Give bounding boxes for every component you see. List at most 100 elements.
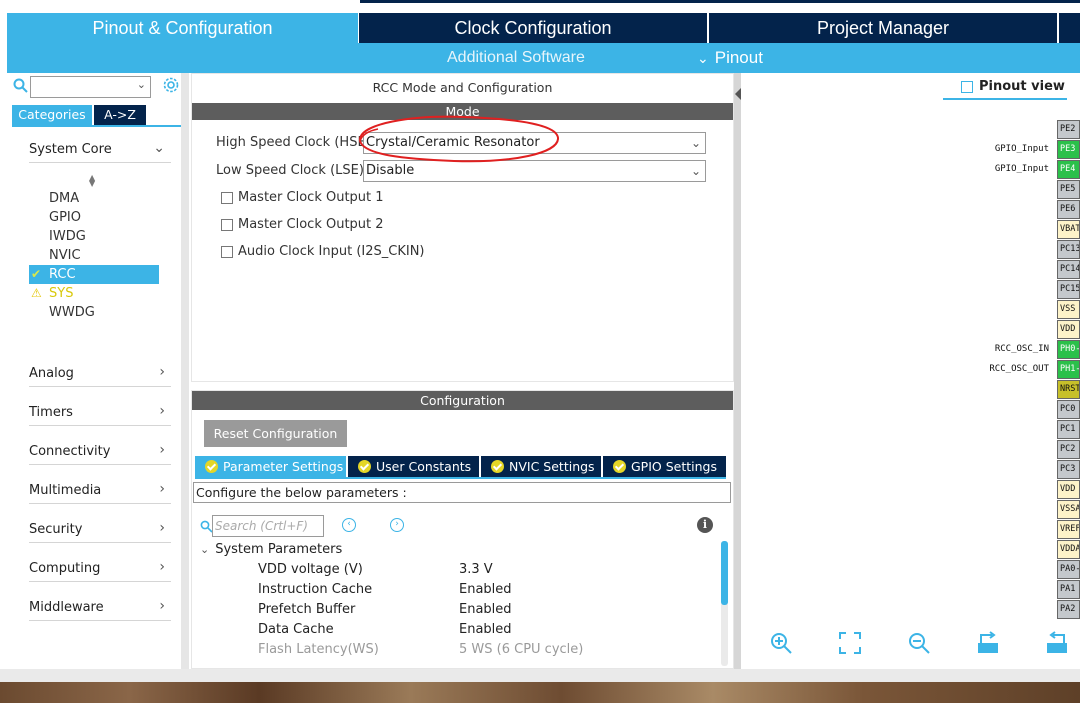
group-computing[interactable]: Computing › xyxy=(29,558,171,582)
pinout-menu[interactable]: ⌄ Pinout xyxy=(697,43,763,73)
info-icon[interactable]: i xyxy=(697,517,713,533)
pin[interactable]: VREF xyxy=(1057,520,1080,539)
pin-signal-label: RCC_OSC_IN xyxy=(994,344,1049,354)
next-result-icon[interactable]: › xyxy=(390,518,404,532)
i2s-ckin-checkbox[interactable] xyxy=(221,246,233,258)
group-middleware[interactable]: Middleware › xyxy=(29,597,171,621)
tab-parameter-settings[interactable]: Parameter Settings xyxy=(195,456,346,477)
additional-software-menu[interactable]: Additional Software xyxy=(447,43,585,73)
pinout-view-label: Pinout view xyxy=(979,79,1065,94)
tab-pinout-view[interactable]: Pinout view xyxy=(943,78,1067,100)
pin[interactable]: PE5 xyxy=(1057,180,1080,199)
group-connectivity[interactable]: Connectivity › xyxy=(29,441,171,465)
lse-select[interactable]: Disable ⌄ xyxy=(363,160,706,182)
pin[interactable]: VDD xyxy=(1057,320,1080,339)
group-multimedia[interactable]: Multimedia › xyxy=(29,480,171,504)
pin-signal-label: GPIO_Input xyxy=(994,164,1049,174)
sort-icon[interactable]: ▲ ▼ xyxy=(89,174,95,188)
pin[interactable]: PE6 xyxy=(1057,200,1080,219)
tab-a-to-z[interactable]: A->Z xyxy=(94,105,146,125)
param-row[interactable]: VDD voltage (V) 3.3 V xyxy=(258,562,698,582)
search-icon[interactable] xyxy=(13,78,29,94)
tab-tools[interactable] xyxy=(1059,13,1080,43)
tab-categories[interactable]: Categories xyxy=(12,105,92,125)
pin[interactable]: PC1 xyxy=(1057,420,1080,439)
group-label: System Core xyxy=(29,142,112,157)
param-row[interactable]: Flash Latency(WS) 5 WS (6 CPU cycle) xyxy=(258,642,698,662)
param-row[interactable]: Instruction Cache Enabled xyxy=(258,582,698,602)
system-parameters-group[interactable]: ⌄ System Parameters xyxy=(200,542,342,557)
zoom-in-icon[interactable] xyxy=(769,631,793,655)
pin[interactable]: VDDA xyxy=(1057,540,1080,559)
pin[interactable]: NRST xyxy=(1057,380,1080,399)
param-row[interactable]: Prefetch Buffer Enabled xyxy=(258,602,698,622)
tab-nvic-settings[interactable]: NVIC Settings xyxy=(481,456,601,477)
chevron-down-icon: ⌄ xyxy=(690,136,701,150)
tab-user-constants[interactable]: User Constants xyxy=(348,456,479,477)
pin[interactable]: VSSA xyxy=(1057,500,1080,519)
status-strip xyxy=(0,669,1080,682)
sidebar-item-gpio[interactable]: GPIO xyxy=(49,208,81,227)
sidebar-item-rcc[interactable]: ✔ RCC xyxy=(29,265,159,284)
pin[interactable]: PC13 xyxy=(1057,240,1080,259)
check-circle-icon xyxy=(205,460,218,473)
tab-gpio-settings[interactable]: GPIO Settings xyxy=(603,456,726,477)
pin[interactable]: PC3 xyxy=(1057,460,1080,479)
tab-label: Parameter Settings xyxy=(223,459,344,474)
tab-label: NVIC Settings xyxy=(509,459,595,474)
parameter-search-input[interactable]: Search (Crtl+F) xyxy=(212,515,324,537)
gear-icon[interactable] xyxy=(162,76,180,94)
check-circle-icon xyxy=(358,460,371,473)
pin[interactable]: PC14 xyxy=(1057,260,1080,279)
pin-signal-label: GPIO_Input xyxy=(994,144,1049,154)
sidebar-item-sys[interactable]: ⚠ SYS xyxy=(29,284,73,303)
pin[interactable]: PH0- xyxy=(1057,340,1080,359)
pin[interactable]: PC0 xyxy=(1057,400,1080,419)
reset-configuration-button[interactable]: Reset Configuration xyxy=(204,420,347,447)
pin[interactable]: PC2 xyxy=(1057,440,1080,459)
group-system-core[interactable]: System Core ⌄ xyxy=(29,139,171,163)
zoom-out-icon[interactable] xyxy=(907,631,931,655)
chevron-right-icon: › xyxy=(159,481,165,497)
sidebar-item-label: SYS xyxy=(49,286,74,301)
group-timers[interactable]: Timers › xyxy=(29,402,171,426)
pin[interactable]: PE4 xyxy=(1057,160,1080,179)
pin[interactable]: PE2 xyxy=(1057,120,1080,139)
pin[interactable]: PA1 xyxy=(1057,580,1080,599)
tab-pinout-configuration[interactable]: Pinout & Configuration xyxy=(7,13,358,43)
param-row[interactable]: Data Cache Enabled xyxy=(258,622,698,642)
sidebar-item-nvic[interactable]: NVIC xyxy=(49,246,81,265)
mco1-checkbox[interactable] xyxy=(221,192,233,204)
pin[interactable]: VSS xyxy=(1057,300,1080,319)
tab-clock-configuration[interactable]: Clock Configuration xyxy=(359,13,707,43)
pin[interactable]: VDD xyxy=(1057,480,1080,499)
vertical-scrollbar[interactable] xyxy=(721,541,728,666)
pin[interactable]: PH1- xyxy=(1057,360,1080,379)
pin[interactable]: PA2 xyxy=(1057,600,1080,619)
pin[interactable]: VBAT xyxy=(1057,220,1080,239)
mco2-label: Master Clock Output 2 xyxy=(238,217,384,232)
sidebar-item-dma[interactable]: DMA xyxy=(49,189,79,208)
group-security[interactable]: Security › xyxy=(29,519,171,543)
pin[interactable]: PA0- xyxy=(1057,560,1080,579)
pin-signal-label: RCC_OSC_OUT xyxy=(989,364,1049,374)
chevron-down-icon[interactable]: ⌄ xyxy=(137,78,146,91)
sidebar-item-iwdg[interactable]: IWDG xyxy=(49,227,86,246)
sidebar-item-wwdg[interactable]: WWDG xyxy=(49,303,95,322)
mco2-checkbox[interactable] xyxy=(221,219,233,231)
rotate-right-icon[interactable] xyxy=(976,631,1000,655)
pin[interactable]: PC15 xyxy=(1057,280,1080,299)
hse-select[interactable]: Crystal/Ceramic Resonator ⌄ xyxy=(363,132,706,154)
previous-result-icon[interactable]: ‹ xyxy=(342,518,356,532)
rotate-left-icon[interactable] xyxy=(1045,631,1069,655)
tab-project-manager[interactable]: Project Manager xyxy=(709,13,1057,43)
tab-label: User Constants xyxy=(376,459,472,474)
pin[interactable]: PE3 xyxy=(1057,140,1080,159)
splitter[interactable] xyxy=(734,73,741,669)
scrollbar-thumb[interactable] xyxy=(721,541,728,605)
top-margin xyxy=(0,0,1080,13)
collapse-arrow-icon[interactable] xyxy=(735,88,741,100)
group-analog[interactable]: Analog › xyxy=(29,363,171,387)
fit-to-screen-icon[interactable] xyxy=(838,631,862,655)
category-search-input[interactable]: ⌄ xyxy=(30,76,151,98)
